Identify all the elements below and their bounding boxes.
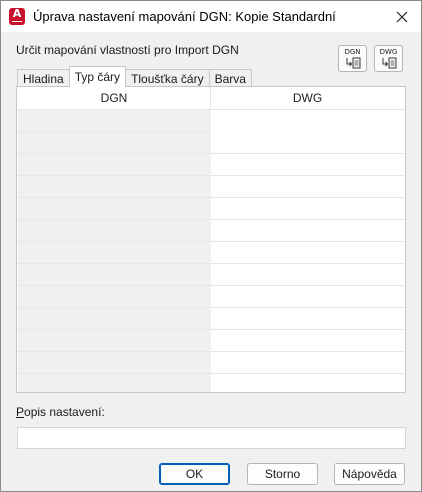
- dwg-button-label: DWG: [379, 48, 398, 56]
- table-row[interactable]: [18, 330, 405, 352]
- cell-dwg[interactable]: [211, 220, 404, 242]
- cell-dwg[interactable]: [211, 242, 404, 264]
- dialog-window: A Úprava nastavení mapování DGN: Kopie S…: [0, 0, 422, 492]
- cell-dwg[interactable]: [211, 176, 404, 198]
- tab-lineweight[interactable]: Tloušťka čáry: [125, 69, 210, 87]
- tab-linetype[interactable]: Typ čáry: [68, 66, 127, 87]
- cell-dgn: [18, 352, 211, 374]
- cell-dwg[interactable]: [211, 198, 404, 220]
- table-row[interactable]: [18, 264, 405, 286]
- table-row[interactable]: [18, 154, 405, 176]
- table-row[interactable]: [18, 352, 405, 374]
- column-header-dwg[interactable]: DWG: [211, 87, 404, 109]
- cell-dwg[interactable]: [211, 330, 404, 352]
- tab-panel: DGN DWG: [16, 86, 406, 393]
- cell-dwg[interactable]: [211, 132, 404, 154]
- tab-label: Tloušťka čáry: [131, 71, 204, 86]
- autocad-icon: A: [9, 8, 25, 25]
- grid-body: [18, 110, 405, 392]
- cell-dwg[interactable]: [211, 308, 404, 330]
- description-label: Popis nastavení:: [16, 405, 105, 419]
- grid-header: DGN DWG: [18, 87, 405, 110]
- close-icon: [396, 11, 408, 23]
- tab-strip: Hladina Typ čáry Tloušťka čáry Barva: [17, 66, 252, 87]
- cell-dwg[interactable]: [211, 264, 404, 286]
- cell-dgn: [18, 264, 211, 286]
- table-row[interactable]: [18, 176, 405, 198]
- cell-dwg[interactable]: [211, 374, 404, 392]
- cell-dgn: [18, 330, 211, 352]
- tab-label: Hladina: [23, 71, 64, 86]
- help-button[interactable]: Nápověda: [334, 463, 405, 485]
- table-row[interactable]: [18, 198, 405, 220]
- import-dgn-icon: [346, 57, 360, 69]
- cell-dgn: [18, 198, 211, 220]
- cell-dgn: [18, 154, 211, 176]
- mapping-grid[interactable]: DGN DWG: [18, 87, 405, 392]
- window-title: Úprava nastavení mapování DGN: Kopie Sta…: [33, 9, 336, 24]
- cell-dgn: [18, 286, 211, 308]
- close-button[interactable]: [391, 6, 413, 28]
- tab-label: Barva: [214, 71, 246, 86]
- title-bar: A Úprava nastavení mapování DGN: Kopie S…: [1, 1, 421, 32]
- cell-dwg[interactable]: [211, 110, 404, 132]
- dgn-button-label: DGN: [344, 48, 361, 56]
- cancel-button[interactable]: Storno: [247, 463, 318, 485]
- import-dwg-icon: [382, 57, 396, 69]
- ok-button[interactable]: OK: [159, 463, 230, 485]
- table-row[interactable]: [18, 286, 405, 308]
- table-row[interactable]: [18, 242, 405, 264]
- cell-dgn: [18, 242, 211, 264]
- table-row[interactable]: [18, 132, 405, 154]
- table-row[interactable]: [18, 374, 405, 392]
- description-field[interactable]: [17, 427, 406, 449]
- cell-dgn: [18, 176, 211, 198]
- table-row[interactable]: [18, 110, 405, 132]
- cell-dwg[interactable]: [211, 286, 404, 308]
- mapping-section-label: Určit mapování vlastností pro Import DGN: [16, 43, 239, 57]
- tab-label: Typ čáry: [74, 70, 121, 84]
- description-label-accelerator: P: [16, 405, 25, 419]
- tab-color[interactable]: Barva: [208, 69, 252, 87]
- tab-layer[interactable]: Hladina: [17, 69, 70, 87]
- column-header-dgn[interactable]: DGN: [18, 87, 211, 109]
- cell-dgn: [18, 374, 211, 392]
- dwg-import-button[interactable]: DWG: [374, 45, 403, 72]
- cell-dwg[interactable]: [211, 352, 404, 374]
- cell-dgn: [18, 132, 211, 154]
- cell-dgn: [18, 220, 211, 242]
- description-label-text: opis nastavení:: [24, 405, 105, 419]
- cell-dgn: [18, 110, 211, 132]
- cell-dwg[interactable]: [211, 154, 404, 176]
- dgn-import-button[interactable]: DGN: [338, 45, 367, 72]
- cell-dgn: [18, 308, 211, 330]
- table-row[interactable]: [18, 220, 405, 242]
- table-row[interactable]: [18, 308, 405, 330]
